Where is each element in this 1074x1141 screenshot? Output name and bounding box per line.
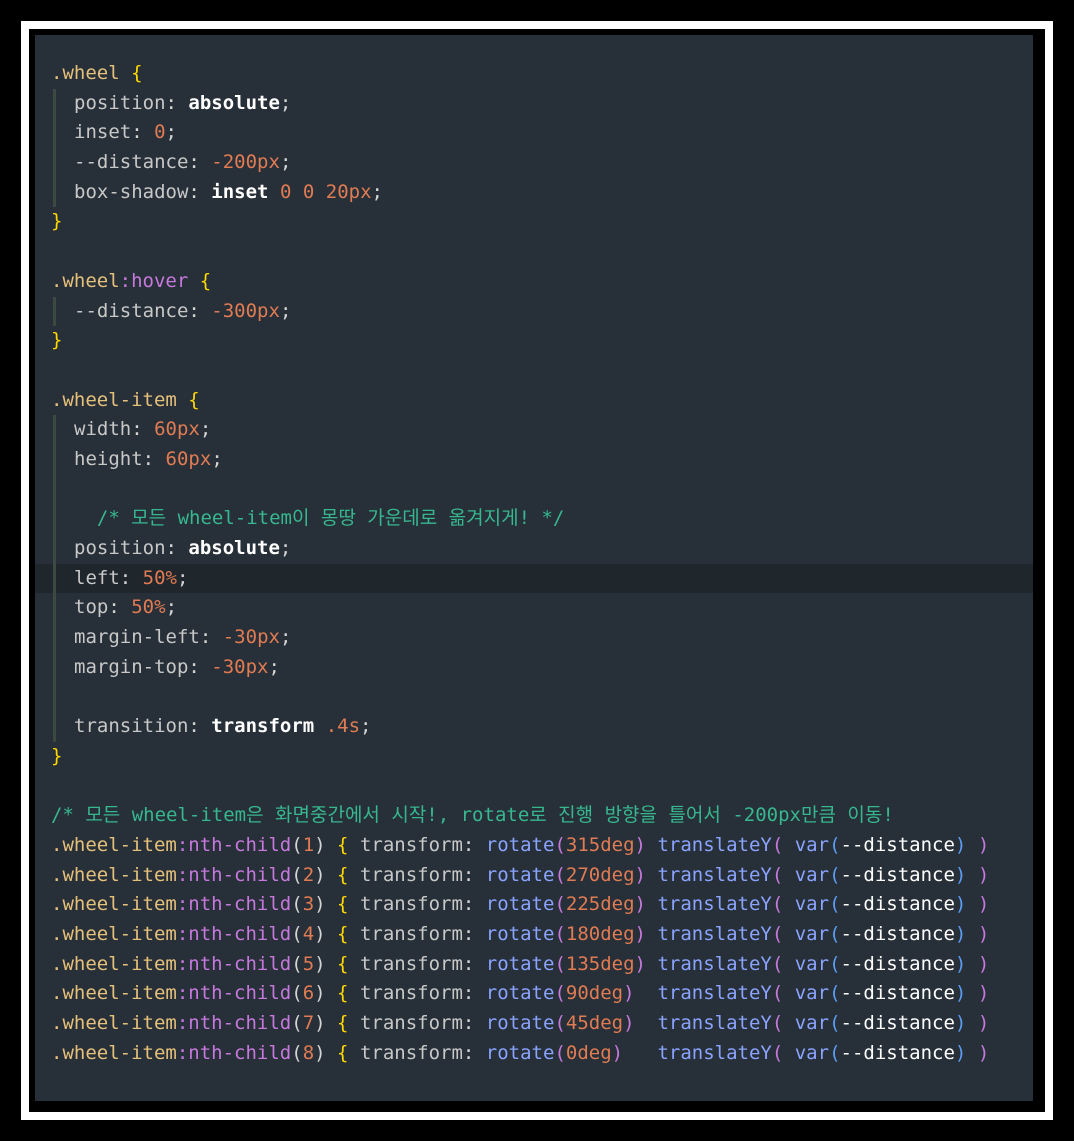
indent-guide (53, 148, 56, 178)
indent-guide (53, 652, 56, 683)
code-line[interactable]: .wheel-item:nth-child(4) { transform: ro… (35, 920, 1033, 950)
code-line[interactable] (35, 772, 1033, 802)
code-line[interactable]: /* 모든 wheel-item이 몽땅 가운데로 옮겨지게! */ (35, 504, 1033, 534)
code-text: .wheel { (51, 62, 143, 84)
indent-guide (53, 682, 56, 713)
code-area[interactable]: .wheel { position: absolute; inset: 0; --di… (35, 59, 1033, 1068)
code-text: .wheel-item:nth-child(7) { transform: ro… (51, 1012, 990, 1034)
code-text: .wheel-item:nth-child(8) { transform: ro… (51, 1041, 990, 1064)
code-text: --distance: -200px; (74, 151, 292, 174)
code-text: .wheel-item:nth-child(2) { transform: ro… (51, 863, 990, 886)
indent-guide (53, 118, 56, 149)
code-line[interactable]: --distance: -200px; (35, 148, 1033, 178)
code-text: .wheel-item:nth-child(6) { transform: ro… (51, 982, 990, 1005)
code-line[interactable]: .wheel-item:nth-child(3) { transform: ro… (35, 890, 1033, 920)
code-line[interactable]: /* 모든 wheel-item은 화면중간에서 시작!, rotate로 진행… (35, 801, 1033, 831)
code-text: --distance: -300px; (74, 299, 292, 322)
code-text: .wheel-item:nth-child(1) { transform: ro… (51, 833, 990, 856)
indent-guide (53, 444, 56, 475)
indent-guide (53, 296, 56, 327)
indent-guide (53, 534, 56, 564)
code-line[interactable]: } (35, 742, 1033, 772)
code-text: } (51, 210, 63, 233)
indent-guide (53, 88, 56, 119)
code-text: position: absolute; (74, 91, 292, 114)
indent-guide (53, 415, 56, 445)
code-line[interactable]: position: absolute; (35, 88, 1033, 119)
indent-guide (53, 593, 56, 624)
indent-guide (53, 623, 56, 653)
code-line[interactable]: .wheel-item:nth-child(6) { transform: ro… (35, 979, 1033, 1009)
code-text: /* 모든 wheel-item은 화면중간에서 시작!, rotate로 진행… (51, 804, 894, 827)
code-line[interactable]: position: absolute; (35, 534, 1033, 564)
indent-guide (53, 712, 56, 742)
code-line[interactable]: inset: 0; (35, 118, 1033, 149)
code-text: /* 모든 wheel-item이 몽땅 가운데로 옮겨지게! */ (74, 507, 565, 530)
code-line[interactable]: transition: transform .4s; (35, 712, 1033, 742)
code-line[interactable]: .wheel:hover { (35, 267, 1033, 297)
code-line[interactable] (35, 356, 1033, 386)
indent-guide (53, 474, 56, 505)
code-text: left: 50%; (74, 566, 189, 589)
code-text: .wheel-item:nth-child(4) { transform: ro… (51, 922, 990, 945)
code-line[interactable]: height: 60px; (35, 444, 1033, 475)
code-text: transition: transform .4s; (74, 715, 372, 738)
code-line[interactable]: width: 60px; (35, 415, 1033, 445)
code-line[interactable]: .wheel-item:nth-child(1) { transform: ro… (35, 831, 1033, 861)
indent-guide (53, 177, 56, 208)
code-line[interactable]: } (35, 326, 1033, 356)
code-text: .wheel-item:nth-child(5) { transform: ro… (51, 952, 990, 975)
code-text: .wheel-item { (51, 388, 200, 411)
code-editor[interactable]: .wheel { position: absolute; inset: 0; --di… (35, 35, 1033, 1101)
code-line[interactable]: .wheel-item:nth-child(5) { transform: ro… (35, 950, 1033, 980)
code-line[interactable] (35, 237, 1033, 267)
code-line[interactable] (35, 682, 1033, 713)
code-line[interactable]: box-shadow: inset 0 0 20px; (35, 177, 1033, 208)
code-line[interactable]: .wheel-item:nth-child(2) { transform: ro… (35, 861, 1033, 891)
code-text: } (51, 329, 63, 352)
code-text: inset: 0; (74, 121, 177, 144)
outer-border: .wheel { position: absolute; inset: 0; --di… (21, 21, 1053, 1120)
code-line[interactable]: } (35, 207, 1033, 237)
code-line[interactable]: .wheel-item:nth-child(7) { transform: ro… (35, 1009, 1033, 1039)
code-text: margin-left: -30px; (74, 626, 292, 649)
code-text: height: 60px; (74, 447, 223, 470)
code-text: margin-top: -30px; (74, 655, 280, 678)
code-line[interactable]: top: 50%; (35, 593, 1033, 624)
code-line[interactable]: margin-left: -30px; (35, 623, 1033, 653)
code-line[interactable] (35, 474, 1033, 505)
code-text: .wheel-item:nth-child(3) { transform: ro… (51, 893, 990, 916)
code-line[interactable]: margin-top: -30px; (35, 652, 1033, 683)
code-text: width: 60px; (74, 418, 212, 441)
code-text: .wheel:hover { (51, 269, 212, 292)
code-text: top: 50%; (74, 596, 178, 619)
indent-guide (53, 504, 56, 534)
code-text: } (51, 744, 63, 767)
code-text: box-shadow: inset 0 0 20px; (74, 180, 383, 203)
code-line[interactable]: .wheel-item:nth-child(8) { transform: ro… (35, 1039, 1033, 1069)
code-text: position: absolute; (74, 537, 292, 559)
indent-guide (53, 563, 56, 594)
code-line[interactable]: .wheel-item { (35, 386, 1033, 416)
code-line[interactable]: .wheel { (35, 59, 1033, 89)
code-line[interactable]: --distance: -300px; (35, 296, 1033, 327)
code-line[interactable]: left: 50%; (35, 563, 1033, 594)
inner-border: .wheel { position: absolute; inset: 0; --di… (29, 29, 1045, 1112)
